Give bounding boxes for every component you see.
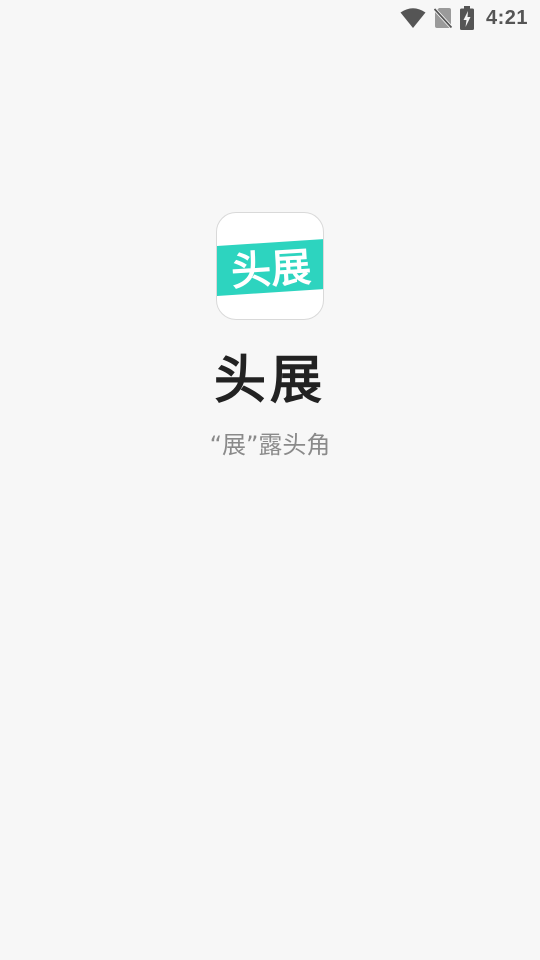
no-sim-icon: [433, 7, 452, 29]
app-slogan: “展”露头角: [209, 431, 331, 459]
battery-charging-icon: [459, 6, 474, 30]
app-logo-icon: 头展: [216, 212, 324, 320]
logo-text: 头展: [230, 245, 313, 296]
status-time: 4:21: [485, 6, 528, 29]
app-name: 头展: [213, 351, 326, 411]
splash-screen: 4:21 头展 头展 “展”露头角: [0, 0, 540, 960]
wifi-icon: [400, 7, 426, 29]
splash-content: 头展 头展 “展”露头角: [0, 212, 540, 460]
status-icons: 4:21: [400, 5, 528, 31]
status-bar: 4:21: [0, 0, 540, 36]
